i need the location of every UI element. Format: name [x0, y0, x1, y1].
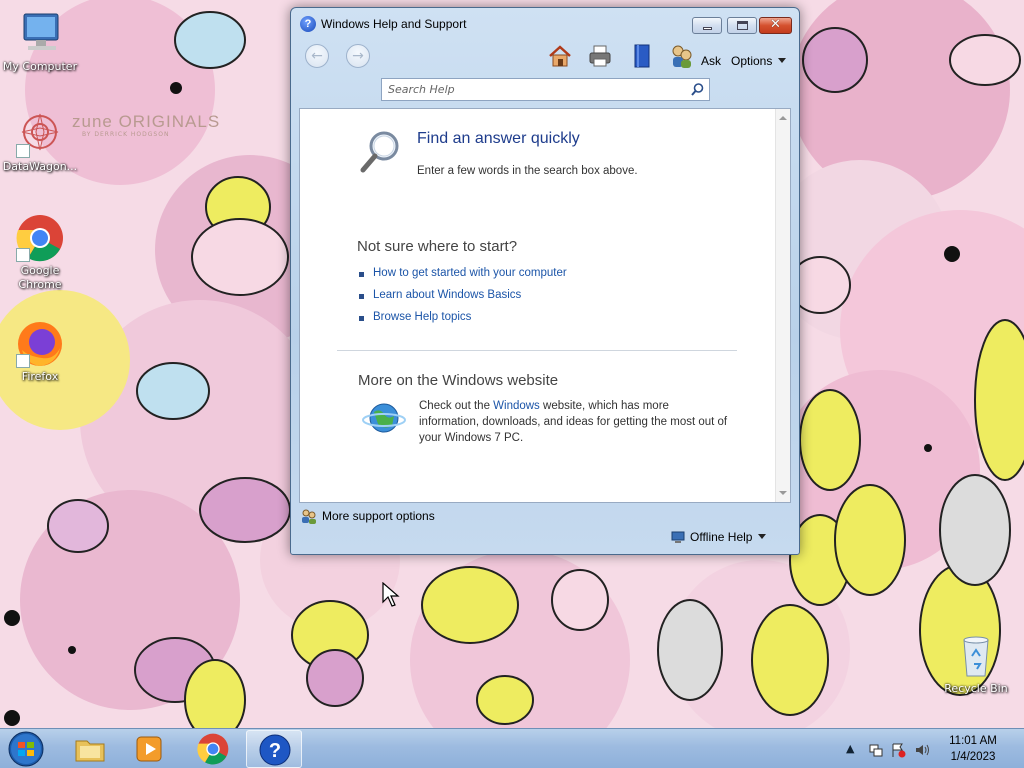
globe-icon [362, 403, 406, 433]
scroll-down-icon[interactable] [779, 491, 787, 495]
minimize-button[interactable] [692, 17, 722, 34]
windows-website-text: Check out the Windows website, which has… [419, 398, 729, 446]
zune-credit: BY DERRICK HODGSON [82, 131, 170, 138]
clock-time: 11:01 AM [949, 735, 997, 747]
desktop-icon-label: Firefox [21, 370, 59, 383]
desktop-icon-label: Recycle Bin [944, 682, 1008, 695]
title-bar[interactable]: ? Windows Help and Support ✕ [291, 8, 799, 38]
search-help-box[interactable] [381, 78, 710, 101]
start-heading: Not sure where to start? [357, 238, 518, 255]
back-button[interactable]: ← [305, 44, 329, 68]
shortcut-arrow-icon [16, 248, 30, 262]
taskbar-windows-explorer[interactable] [62, 730, 118, 768]
chevron-down-icon [778, 58, 787, 63]
find-answer-heading: Find an answer quickly [417, 130, 580, 147]
link-browse-help-topics[interactable]: Browse Help topics [357, 311, 567, 333]
action-center-flag-icon[interactable] [890, 742, 906, 758]
shortcut-arrow-icon [16, 354, 30, 368]
options-menu-button[interactable]: Options [731, 54, 787, 68]
scroll-up-icon[interactable] [779, 116, 787, 120]
clock-date: 1/4/2023 [950, 751, 996, 763]
ask-label[interactable]: Ask [701, 54, 721, 68]
shortcut-arrow-icon [16, 144, 30, 158]
desktop-icon-recycle-bin[interactable]: Recycle Bin [936, 632, 1016, 696]
svg-text:?: ? [269, 740, 281, 762]
magnifier-icon [360, 131, 399, 173]
search-icon[interactable] [691, 83, 704, 96]
desktop-icon-google-chrome[interactable]: Google Chrome [0, 214, 80, 292]
taskbar: ? ▲ 11:01 AM 1/4/2023 [0, 728, 1024, 768]
more-support-options-button[interactable]: More support options [301, 508, 435, 524]
desktop-icon-datawagon[interactable]: DataWagon... [0, 110, 80, 174]
minimize-icon [703, 27, 712, 30]
help-link-list: How to get started with your computer Le… [357, 267, 567, 333]
start-button[interactable] [6, 730, 46, 768]
offline-computer-icon [671, 531, 685, 543]
taskbar-help-and-support[interactable]: ? [246, 730, 302, 768]
help-question-icon: ? [259, 734, 291, 766]
find-answer-subtext: Enter a few words in the search box abov… [417, 165, 638, 177]
taskbar-windows-media-player[interactable] [122, 730, 178, 768]
options-label: Options [731, 54, 773, 68]
recycle-bin-icon [952, 632, 1000, 680]
help-and-support-window[interactable]: ? Windows Help and Support ✕ ← → Ask Opt… [290, 7, 800, 555]
forward-arrow-icon: → [352, 48, 364, 64]
windows-website-link[interactable]: Windows [493, 400, 540, 412]
link-get-started[interactable]: How to get started with your computer [357, 267, 567, 289]
firefox-icon [16, 320, 64, 368]
section-divider [337, 350, 737, 351]
network-icon[interactable] [868, 742, 884, 758]
offline-help-label: Offline Help [690, 530, 753, 544]
browse-help-button[interactable] [629, 43, 655, 69]
desktop-icon-firefox[interactable]: Firefox [0, 320, 80, 384]
windows-logo-icon [8, 731, 44, 767]
maximize-icon [737, 21, 748, 30]
help-question-icon: ? [300, 16, 316, 32]
mouse-cursor-icon [382, 582, 400, 607]
close-icon: ✕ [770, 17, 781, 32]
help-content-pane: Find an answer quickly Enter a few words… [299, 108, 791, 503]
desktop-icon-label: My Computer [2, 60, 78, 73]
help-toolbar: ← → Ask Options [291, 38, 799, 76]
media-player-icon [136, 736, 162, 762]
maximize-button[interactable] [727, 17, 757, 34]
show-hidden-icons-button[interactable]: ▲ [846, 742, 862, 758]
home-button[interactable] [547, 43, 573, 69]
zune-logo: zune ORIGINALS [72, 112, 221, 131]
search-help-input[interactable] [388, 81, 678, 98]
volume-icon[interactable] [914, 742, 930, 758]
folder-icon [75, 740, 105, 762]
support-people-icon [302, 509, 316, 524]
more-support-label: More support options [322, 509, 435, 523]
content-scrollbar[interactable] [775, 109, 790, 502]
link-windows-basics[interactable]: Learn about Windows Basics [357, 289, 567, 311]
desktop-icon-label: Google Chrome [18, 264, 62, 291]
print-button[interactable] [587, 43, 613, 69]
home-icon [549, 45, 571, 67]
chevron-down-icon [758, 534, 767, 539]
ask-button[interactable] [669, 43, 695, 69]
taskbar-clock[interactable]: 11:01 AM 1/4/2023 [930, 733, 1016, 765]
web-text-lead: Check out the [419, 400, 494, 412]
windows-website-heading: More on the Windows website [358, 372, 559, 389]
back-arrow-icon: ← [311, 48, 323, 64]
chrome-icon [16, 214, 64, 262]
browse-help-icon [634, 44, 650, 68]
forward-button[interactable]: → [346, 44, 370, 68]
print-icon [589, 45, 611, 67]
ask-icon [672, 45, 692, 68]
offline-help-menu[interactable]: Offline Help [671, 530, 767, 544]
chrome-icon [197, 733, 229, 765]
datawagon-icon [16, 110, 64, 158]
computer-icon [16, 10, 64, 58]
window-title: Windows Help and Support [321, 17, 467, 31]
close-button[interactable]: ✕ [759, 17, 792, 34]
desktop-icon-my-computer[interactable]: My Computer [0, 10, 80, 74]
desktop-icon-label: DataWagon... [2, 160, 78, 173]
taskbar-google-chrome[interactable] [185, 730, 241, 768]
